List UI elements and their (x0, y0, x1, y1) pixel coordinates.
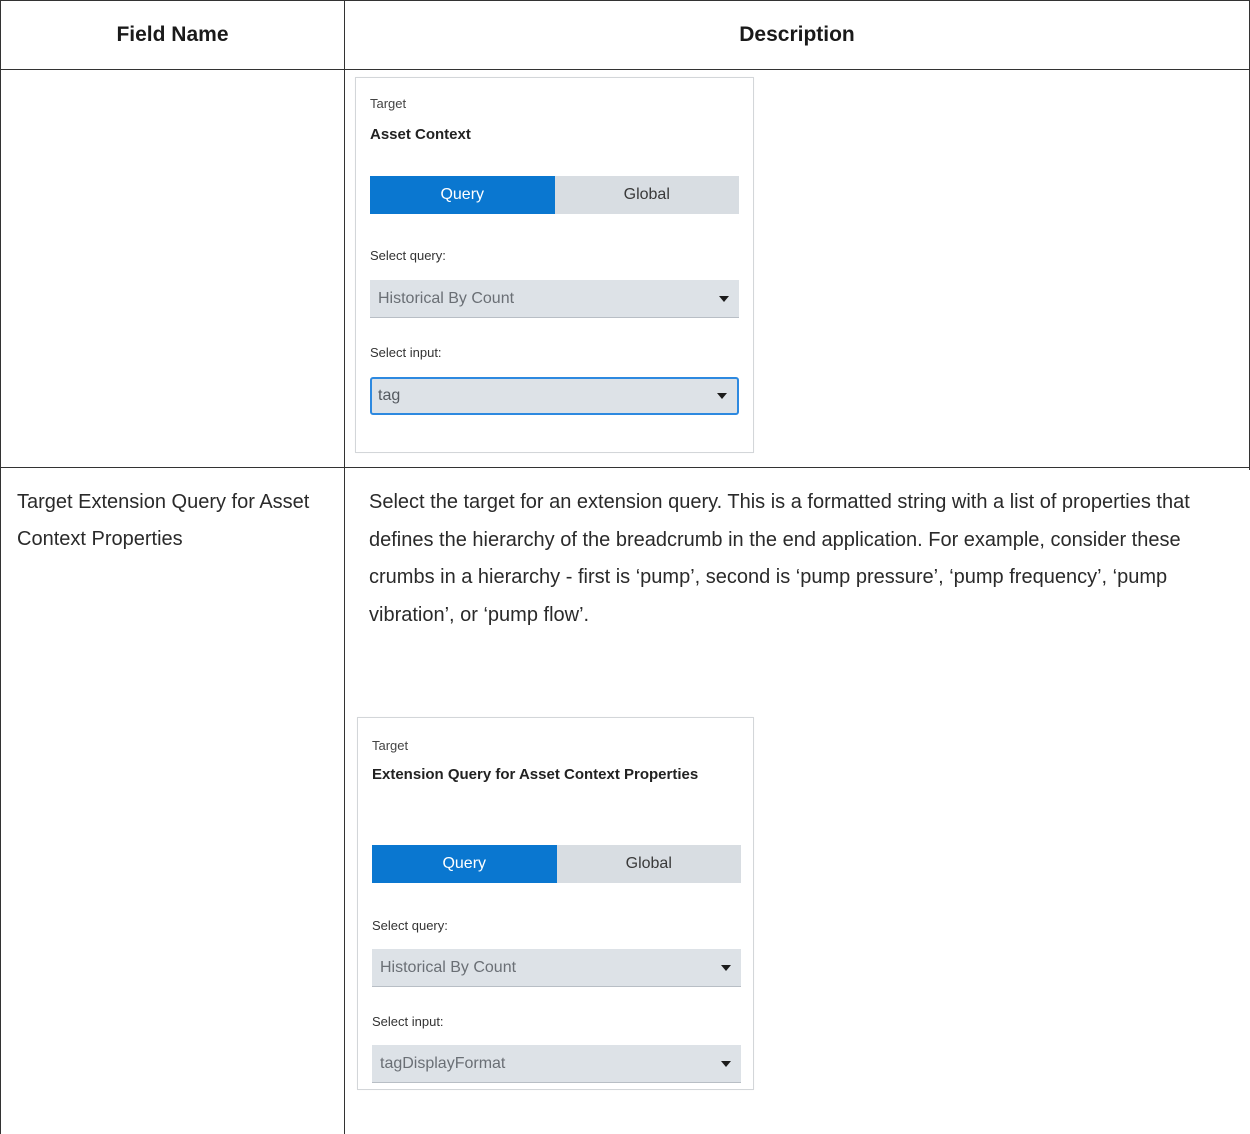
select-query-value: Historical By Count (380, 958, 517, 976)
select-query-value: Historical By Count (378, 289, 515, 307)
panel-title: Extension Query for Asset Context Proper… (372, 766, 699, 783)
reference-table: Field Name Description Target Asset Cont… (0, 0, 1250, 1134)
table-left-border (0, 0, 1, 1134)
column-divider (344, 0, 345, 1134)
query-global-toggle[interactable]: Query Global (372, 845, 741, 883)
panel-target-label: Target (372, 738, 409, 753)
select-input-dropdown[interactable]: tagDisplayFormat (372, 1045, 741, 1083)
target-asset-context-panel: Target Asset Context Query Global Select… (355, 77, 754, 453)
row-divider (0, 467, 1250, 468)
query-global-toggle[interactable]: Query Global (370, 176, 739, 214)
panel-title: Asset Context (370, 126, 471, 143)
description-text: Select the target for an extension query… (369, 491, 1190, 626)
global-tab[interactable]: Global (556, 845, 741, 883)
header-bottom-border (0, 69, 1250, 70)
select-input-value: tagDisplayFormat (380, 1054, 506, 1072)
header-field-name: Field Name (116, 23, 229, 46)
query-tab[interactable]: Query (372, 845, 557, 883)
target-extension-query-panel: Target Extension Query for Asset Context… (357, 717, 754, 1090)
select-input-label: Select input: (372, 1014, 444, 1029)
select-query-label: Select query: (372, 918, 448, 933)
select-input-dropdown[interactable]: tag (370, 377, 739, 415)
caret-down-icon (721, 1060, 731, 1067)
select-query-dropdown[interactable]: Historical By Count (370, 280, 739, 318)
panel-target-label: Target (370, 96, 407, 111)
select-query-label: Select query: (370, 248, 446, 263)
header-description: Description (739, 23, 855, 46)
global-tab[interactable]: Global (554, 176, 739, 214)
select-query-dropdown[interactable]: Historical By Count (372, 949, 741, 987)
select-input-value: tag (378, 387, 401, 404)
caret-down-icon (721, 964, 731, 971)
caret-down-icon (717, 393, 727, 399)
query-tab[interactable]: Query (370, 176, 555, 214)
select-input-label: Select input: (370, 345, 442, 360)
field-name-cell: Target Extension Query for Asset Context… (17, 491, 310, 550)
caret-down-icon (719, 295, 729, 302)
